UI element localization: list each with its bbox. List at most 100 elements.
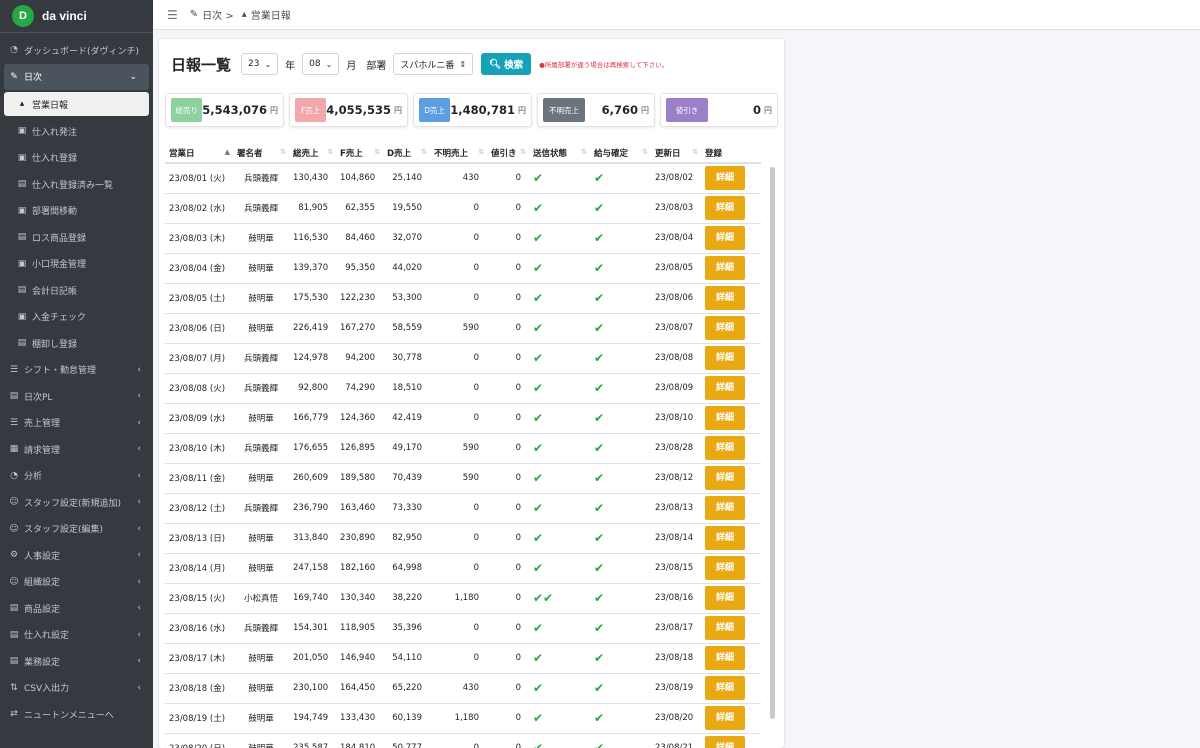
column-header[interactable]: 値引き ⇅ bbox=[487, 143, 529, 164]
column-header[interactable]: F売上 ⇅ bbox=[336, 143, 383, 164]
column-header[interactable]: 給与確定 ⇅ bbox=[590, 143, 651, 164]
column-header[interactable]: 更新日 ⇅ bbox=[651, 143, 701, 164]
sidebar-subitem[interactable]: ▤ 仕入れ登録済み一覧 bbox=[0, 171, 153, 198]
month-select[interactable]: 08 ⌄ bbox=[302, 53, 340, 75]
detail-button[interactable]: 詳細 bbox=[705, 226, 745, 250]
sidebar-subitem[interactable]: ▣ 仕入れ発注 bbox=[0, 118, 153, 145]
sidebar-subitem[interactable]: ▣ 入金チェック bbox=[0, 304, 153, 331]
check-icon: ✔ bbox=[533, 651, 544, 665]
detail-button[interactable]: 詳細 bbox=[705, 616, 745, 640]
cell-discount: 0 bbox=[487, 703, 529, 734]
sidebar-subitem[interactable]: ▣ 仕入れ登録 bbox=[0, 145, 153, 172]
sidebar-subitem[interactable]: ▣ 部署間移動 bbox=[0, 198, 153, 225]
sidebar-item[interactable]: ◔ ダッシュボード(ダヴィンチ) bbox=[0, 37, 153, 64]
sidebar-item[interactable]: ▤ 日次PL ‹ bbox=[0, 383, 153, 410]
table-row: 23/08/16 (水) 兵頭義輝 154,301 118,905 35,396 0 0 ✔ ✔… bbox=[165, 613, 761, 644]
sidebar-subitem[interactable]: ▤ ロス商品登録 bbox=[0, 224, 153, 251]
sort-icon[interactable]: ⇅ bbox=[280, 148, 286, 156]
sort-icon[interactable]: ⇅ bbox=[421, 148, 427, 156]
breadcrumb-daily[interactable]: 日次 > bbox=[202, 7, 234, 22]
table-row: 23/08/19 (土) 鼓明華 194,749 133,430 60,139 1,180… bbox=[165, 703, 761, 734]
sidebar-item[interactable]: ☰ 売上管理 ‹ bbox=[0, 410, 153, 437]
sidebar-item[interactable]: ☺ スタッフ設定(編集) ‹ bbox=[0, 516, 153, 543]
cell-unknown: 0 bbox=[430, 193, 487, 224]
sidebar-item[interactable]: ☺ スタッフ設定(新規追加) ‹ bbox=[0, 489, 153, 516]
detail-button[interactable]: 詳細 bbox=[705, 676, 745, 700]
cell-pay: ✔ bbox=[590, 193, 651, 224]
cell-total: 260,609 bbox=[289, 463, 336, 494]
cell-unknown: 1,180 bbox=[430, 703, 487, 734]
column-header-label: 送信状態 bbox=[533, 148, 568, 159]
sort-icon[interactable]: ⇅ bbox=[581, 148, 587, 156]
summary-badge: F売上 bbox=[295, 98, 327, 122]
sort-icon[interactable]: ⇅ bbox=[520, 148, 526, 156]
table-scrollbar[interactable] bbox=[770, 167, 775, 719]
sidebar-item[interactable]: ⇅ CSV入出力 ‹ bbox=[0, 675, 153, 702]
sidebar-item[interactable]: ⇄ ニュートンメニューへ bbox=[0, 701, 153, 728]
search-button[interactable]: 🔍︎ 検索 bbox=[481, 53, 532, 75]
detail-button[interactable]: 詳細 bbox=[705, 436, 745, 460]
detail-button[interactable]: 詳細 bbox=[705, 316, 745, 340]
detail-button[interactable]: 詳細 bbox=[705, 646, 745, 670]
dept-select[interactable]: スパホルニ番 ⇕ bbox=[393, 53, 474, 75]
sidebar-item[interactable]: ✎ 日次 ⌄ bbox=[4, 63, 149, 90]
cell-f: 184,810 bbox=[336, 733, 383, 748]
sidebar-item[interactable]: ▤ 仕入れ設定 ‹ bbox=[0, 622, 153, 649]
column-header[interactable]: 総売上 ⇅ bbox=[289, 143, 336, 164]
cell-pay: ✔ bbox=[590, 643, 651, 674]
sidebar-item[interactable]: ▤ 商品設定 ‹ bbox=[0, 595, 153, 622]
sidebar-subitem[interactable]: ▴ 営業日報 bbox=[4, 92, 149, 116]
sidebar-item-label: 人事設定 bbox=[24, 551, 61, 562]
sidebar-subitem[interactable]: ▣ 小口現金管理 bbox=[0, 251, 153, 278]
cell-updated: 23/08/04 bbox=[651, 223, 701, 254]
sidebar-subitem[interactable]: ▤ 会計日記帳 bbox=[0, 277, 153, 304]
cell-date: 23/08/13 (日) bbox=[165, 523, 233, 554]
detail-button[interactable]: 詳細 bbox=[705, 286, 745, 310]
detail-button[interactable]: 詳細 bbox=[705, 256, 745, 280]
sort-icon[interactable]: ⇅ bbox=[327, 148, 333, 156]
cell-pay: ✔ bbox=[590, 373, 651, 404]
column-header[interactable]: 送信状態 ⇅ bbox=[529, 143, 590, 164]
table-row: 23/08/12 (土) 兵頭義輝 236,790 163,460 73,330 0 0 ✔ ✔… bbox=[165, 493, 761, 524]
column-header[interactable]: D売上 ⇅ bbox=[383, 143, 430, 164]
year-select[interactable]: 23 ⌄ bbox=[241, 53, 279, 75]
sidebar-item[interactable]: ▤ 業務設定 ‹ bbox=[0, 648, 153, 675]
sort-icon[interactable]: ▲ bbox=[225, 148, 230, 156]
column-header[interactable]: 登録 bbox=[701, 143, 761, 164]
detail-button[interactable]: 詳細 bbox=[705, 706, 745, 730]
sort-icon[interactable]: ⇅ bbox=[374, 148, 380, 156]
detail-button[interactable]: 詳細 bbox=[705, 346, 745, 370]
sidebar-item[interactable]: ☺ 組織設定 ‹ bbox=[0, 569, 153, 596]
sort-icon[interactable]: ⇅ bbox=[642, 148, 648, 156]
list-icon: ☰ bbox=[9, 417, 19, 428]
sidebar-item[interactable]: ☰ シフト・勤怠管理 ‹ bbox=[0, 357, 153, 384]
table-header-row: 営業日 ▲ 署名者 ⇅ 総売上 ⇅ F売上 ⇅ D売上 ⇅ 不明売上 ⇅ 値引き ⇅ 送信状態 ⇅ 給与確定 ⇅ 更… bbox=[165, 143, 761, 164]
detail-button[interactable]: 詳細 bbox=[705, 166, 745, 191]
cell-date: 23/08/18 (金) bbox=[165, 673, 233, 704]
check-icon: ✔ bbox=[533, 381, 544, 395]
detail-button[interactable]: 詳細 bbox=[705, 586, 745, 610]
detail-button[interactable]: 詳細 bbox=[705, 196, 745, 220]
sort-icon[interactable]: ⇅ bbox=[692, 148, 698, 156]
detail-button[interactable]: 詳細 bbox=[705, 406, 745, 430]
table-row: 23/08/03 (木) 鼓明華 116,530 84,460 32,070 0 0 ✔ ✔ 23… bbox=[165, 223, 761, 254]
user-edit-icon: ☺ bbox=[9, 523, 19, 534]
sort-icon[interactable]: ⇅ bbox=[478, 148, 484, 156]
sidebar-item[interactable]: ⚙ 人事設定 ‹ bbox=[0, 542, 153, 569]
column-header[interactable]: 不明売上 ⇅ bbox=[430, 143, 487, 164]
brand[interactable]: D da vinci bbox=[0, 0, 153, 33]
detail-button[interactable]: 詳細 bbox=[705, 376, 745, 400]
detail-button[interactable]: 詳細 bbox=[705, 526, 745, 550]
sidebar-subitem[interactable]: ▤ 棚卸し登録 bbox=[0, 330, 153, 357]
sidebar-item[interactable]: ◔ 分析 ‹ bbox=[0, 463, 153, 490]
hamburger-menu-icon[interactable]: ☰ bbox=[167, 8, 178, 22]
column-header[interactable]: 営業日 ▲ bbox=[165, 143, 233, 164]
cell-discount: 0 bbox=[487, 493, 529, 524]
detail-button[interactable]: 詳細 bbox=[705, 466, 745, 490]
detail-button[interactable]: 詳細 bbox=[705, 556, 745, 580]
cell-pay: ✔ bbox=[590, 433, 651, 464]
sidebar-item[interactable]: ▦ 請求管理 ‹ bbox=[0, 436, 153, 463]
column-header[interactable]: 署名者 ⇅ bbox=[233, 143, 289, 164]
detail-button[interactable]: 詳細 bbox=[705, 736, 745, 748]
detail-button[interactable]: 詳細 bbox=[705, 496, 745, 520]
